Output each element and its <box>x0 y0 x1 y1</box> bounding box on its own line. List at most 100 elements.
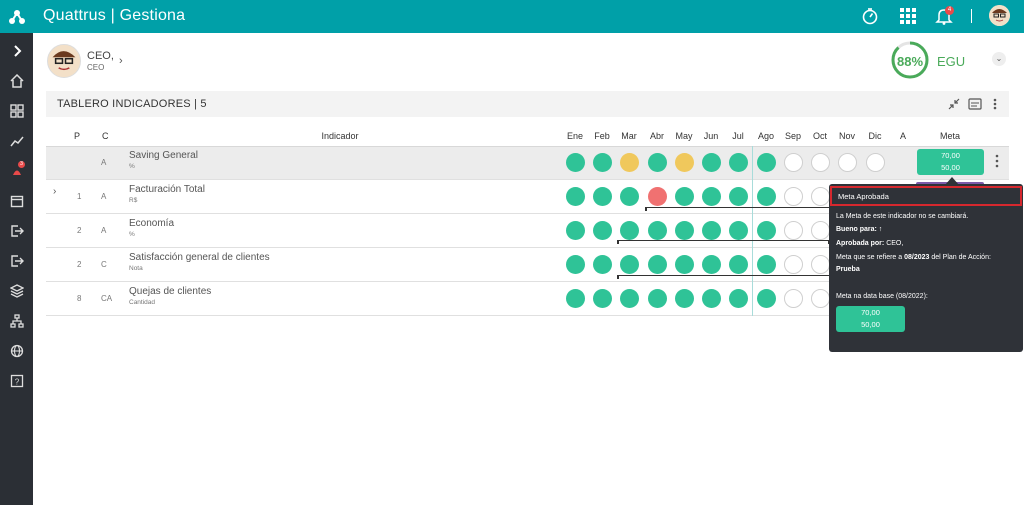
tooltip-meta-box: 70,00 50,00 <box>836 306 905 332</box>
app-logo[interactable] <box>0 0 33 33</box>
status-dot[interactable] <box>648 221 667 240</box>
user-chevron-icon[interactable]: › <box>119 55 123 67</box>
indicator-unit: R$ <box>129 197 138 204</box>
panel-menu-icon[interactable] <box>987 96 1003 112</box>
bell-icon[interactable]: 4 <box>933 5 955 27</box>
status-dot[interactable] <box>811 289 830 308</box>
status-dot[interactable] <box>811 187 830 206</box>
status-dot[interactable] <box>811 221 830 240</box>
meta-tooltip: Meta Aprobada La Meta de este indicador … <box>829 184 1023 352</box>
status-dot[interactable] <box>648 153 667 172</box>
tooltip-plan: Prueba <box>836 266 860 273</box>
status-dot[interactable] <box>620 255 639 274</box>
sidebar-home-icon[interactable] <box>0 66 33 96</box>
status-dot[interactable] <box>757 289 776 308</box>
status-dot[interactable] <box>675 187 694 206</box>
status-dot[interactable] <box>675 153 694 172</box>
col-header-indicador: Indicador <box>321 131 359 141</box>
sidebar-exit-icon[interactable] <box>0 246 33 276</box>
status-dot[interactable] <box>620 153 639 172</box>
status-dot[interactable] <box>729 221 748 240</box>
status-dot[interactable] <box>675 289 694 308</box>
sidebar-chart-icon[interactable] <box>0 126 33 156</box>
status-dot[interactable] <box>702 255 721 274</box>
status-dot[interactable] <box>838 153 857 172</box>
status-dot[interactable] <box>593 153 612 172</box>
status-dot[interactable] <box>648 187 667 206</box>
tooltip-aprobada: Aprobada por: CEO, <box>836 240 904 247</box>
row-menu-icon[interactable] <box>994 154 1000 170</box>
egu-percent: 88% <box>896 54 924 69</box>
status-dot[interactable] <box>784 153 803 172</box>
sidebar-layers-icon[interactable] <box>0 276 33 306</box>
row-expand-icon[interactable]: › <box>53 186 56 197</box>
sidebar-expand-icon[interactable] <box>0 36 33 66</box>
col-header-month: Ago <box>757 131 774 141</box>
status-dot[interactable] <box>784 187 803 206</box>
status-dot[interactable] <box>729 255 748 274</box>
status-dot[interactable] <box>866 153 885 172</box>
status-dot[interactable] <box>593 221 612 240</box>
status-dot[interactable] <box>784 289 803 308</box>
status-dot[interactable] <box>811 153 830 172</box>
status-dot[interactable] <box>811 255 830 274</box>
status-dot[interactable] <box>675 221 694 240</box>
status-dot[interactable] <box>648 289 667 308</box>
col-header-month: Abr <box>649 131 664 141</box>
tooltip-meta-bottom: 50,00 <box>861 320 880 329</box>
sidebar-org-icon[interactable] <box>0 306 33 336</box>
status-dot[interactable] <box>648 255 667 274</box>
status-dot[interactable] <box>620 221 639 240</box>
status-dot[interactable] <box>620 289 639 308</box>
sidebar: 3 ? <box>0 0 33 505</box>
status-dot[interactable] <box>675 255 694 274</box>
meta-button[interactable]: 70,00 50,00 <box>917 149 984 175</box>
apps-grid-icon[interactable] <box>897 5 919 27</box>
indicator-name: Economía <box>129 218 175 229</box>
status-dot[interactable] <box>729 187 748 206</box>
status-dot[interactable] <box>757 153 776 172</box>
status-dot[interactable] <box>757 255 776 274</box>
status-dot[interactable] <box>729 289 748 308</box>
status-dot[interactable] <box>566 187 585 206</box>
status-dot[interactable] <box>702 221 721 240</box>
status-dot[interactable] <box>757 221 776 240</box>
status-dot[interactable] <box>757 187 776 206</box>
status-dot[interactable] <box>729 153 748 172</box>
status-dot[interactable] <box>593 255 612 274</box>
status-dot[interactable] <box>702 289 721 308</box>
stopwatch-icon[interactable] <box>859 5 881 27</box>
col-header-month: Jul <box>732 131 744 141</box>
status-dot[interactable] <box>566 289 585 308</box>
status-dot[interactable] <box>593 289 612 308</box>
status-dot[interactable] <box>566 255 585 274</box>
status-dot[interactable] <box>620 187 639 206</box>
col-header-month: Oct <box>812 131 827 141</box>
sidebar-dashboard-icon[interactable] <box>0 96 33 126</box>
indicator-name: Satisfacción general de clientes <box>129 252 270 263</box>
egu-label: EGU <box>937 54 966 69</box>
cell-p: 2 <box>77 226 82 235</box>
egu-dropdown-icon[interactable]: ⌄ <box>992 52 1006 66</box>
caption-icon[interactable] <box>967 96 983 112</box>
top-bar: Quattrus | Gestiona 4 <box>33 0 1024 33</box>
sidebar-globe-icon[interactable] <box>0 336 33 366</box>
status-dot[interactable] <box>784 255 803 274</box>
status-dot[interactable] <box>702 153 721 172</box>
status-dot[interactable] <box>702 187 721 206</box>
sidebar-logout-icon[interactable] <box>0 216 33 246</box>
user-avatar[interactable] <box>47 44 81 78</box>
sidebar-calendar-icon[interactable] <box>0 186 33 216</box>
status-dot[interactable] <box>566 153 585 172</box>
collapse-icon[interactable] <box>946 96 962 112</box>
status-dot[interactable] <box>566 221 585 240</box>
col-header-month: Dic <box>868 131 882 141</box>
indicator-unit: % <box>129 163 135 170</box>
status-dot[interactable] <box>784 221 803 240</box>
sidebar-risk-icon[interactable]: 3 <box>0 156 33 186</box>
sidebar-help-icon[interactable]: ? <box>0 366 33 396</box>
topbar-avatar[interactable] <box>989 5 1010 26</box>
status-dot[interactable] <box>593 187 612 206</box>
indicator-name: Quejas de clientes <box>129 286 212 297</box>
tooltip-title: Meta Aprobada <box>830 186 1022 206</box>
